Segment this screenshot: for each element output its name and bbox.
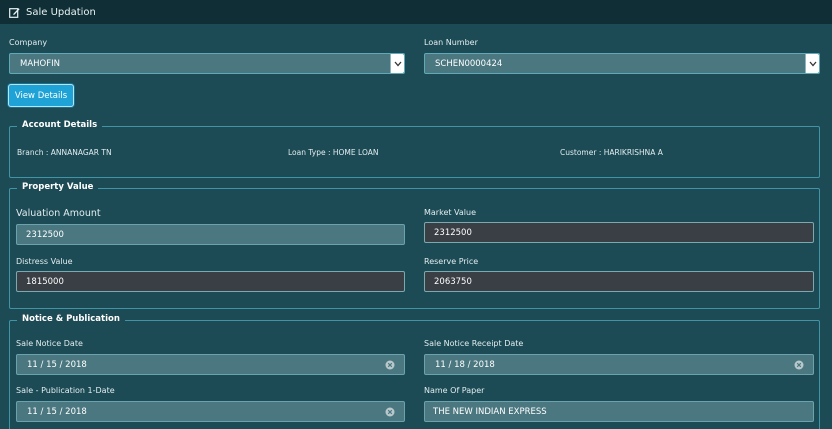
loan-number-select-value: SCHEN0000424 — [435, 58, 503, 69]
company-label: Company — [9, 38, 48, 47]
loan-number-label: Loan Number — [424, 38, 478, 47]
sale-publication-date-value: 11 / 15 / 2018 — [27, 406, 87, 417]
loan-number-select[interactable]: SCHEN0000424 — [424, 53, 820, 74]
account-details-legend: Account Details — [17, 120, 103, 130]
notice-publication-legend: Notice & Publication — [17, 314, 125, 324]
chevron-down-icon[interactable] — [805, 54, 819, 73]
reserve-price-label: Reserve Price — [424, 257, 479, 266]
valuation-amount-field[interactable]: 2312500 — [16, 224, 405, 245]
reserve-price-field[interactable]: 2063750 — [424, 271, 814, 292]
property-value-legend: Property Value — [17, 182, 99, 192]
chevron-down-icon[interactable] — [390, 54, 404, 73]
sale-publication-date-label: Sale - Publication 1-Date — [16, 386, 115, 395]
market-value-field[interactable]: 2312500 — [424, 222, 814, 243]
account-details-group: Account Details Branch : ANNANAGAR TN Lo… — [9, 120, 820, 178]
edit-icon — [9, 7, 20, 18]
branch-info: Branch : ANNANAGAR TN — [17, 148, 112, 157]
sale-publication-date-field[interactable]: 11 / 15 / 2018 — [16, 401, 405, 422]
customer-info: Customer : HARIKRISHNA A — [560, 148, 663, 157]
loan-type-info: Loan Type : HOME LOAN — [288, 148, 379, 157]
name-of-paper-field[interactable]: THE NEW INDIAN EXPRESS — [424, 401, 814, 422]
market-value-label: Market Value — [424, 208, 477, 217]
name-of-paper-label: Name Of Paper — [424, 386, 485, 395]
sale-notice-date-label: Sale Notice Date — [16, 339, 83, 348]
clear-icon[interactable] — [794, 360, 804, 370]
page-title: Sale Updation — [26, 6, 96, 18]
sale-notice-receipt-date-value: 11 / 18 / 2018 — [435, 359, 495, 370]
distress-value-field[interactable]: 1815000 — [16, 271, 405, 292]
title-bar: Sale Updation — [0, 0, 832, 24]
sale-notice-date-field[interactable]: 11 / 15 / 2018 — [16, 354, 405, 375]
sale-notice-receipt-date-field[interactable]: 11 / 18 / 2018 — [424, 354, 814, 375]
view-details-button[interactable]: View Details — [8, 84, 74, 107]
clear-icon[interactable] — [385, 360, 395, 370]
company-select-value: MAHOFIN — [20, 58, 60, 69]
sale-notice-date-value: 11 / 15 / 2018 — [27, 359, 87, 370]
clear-icon[interactable] — [385, 407, 395, 417]
sale-notice-receipt-date-label: Sale Notice Receipt Date — [424, 339, 524, 348]
company-select[interactable]: MAHOFIN — [9, 53, 405, 74]
valuation-amount-label: Valuation Amount — [16, 208, 101, 219]
distress-value-label: Distress Value — [16, 257, 73, 266]
